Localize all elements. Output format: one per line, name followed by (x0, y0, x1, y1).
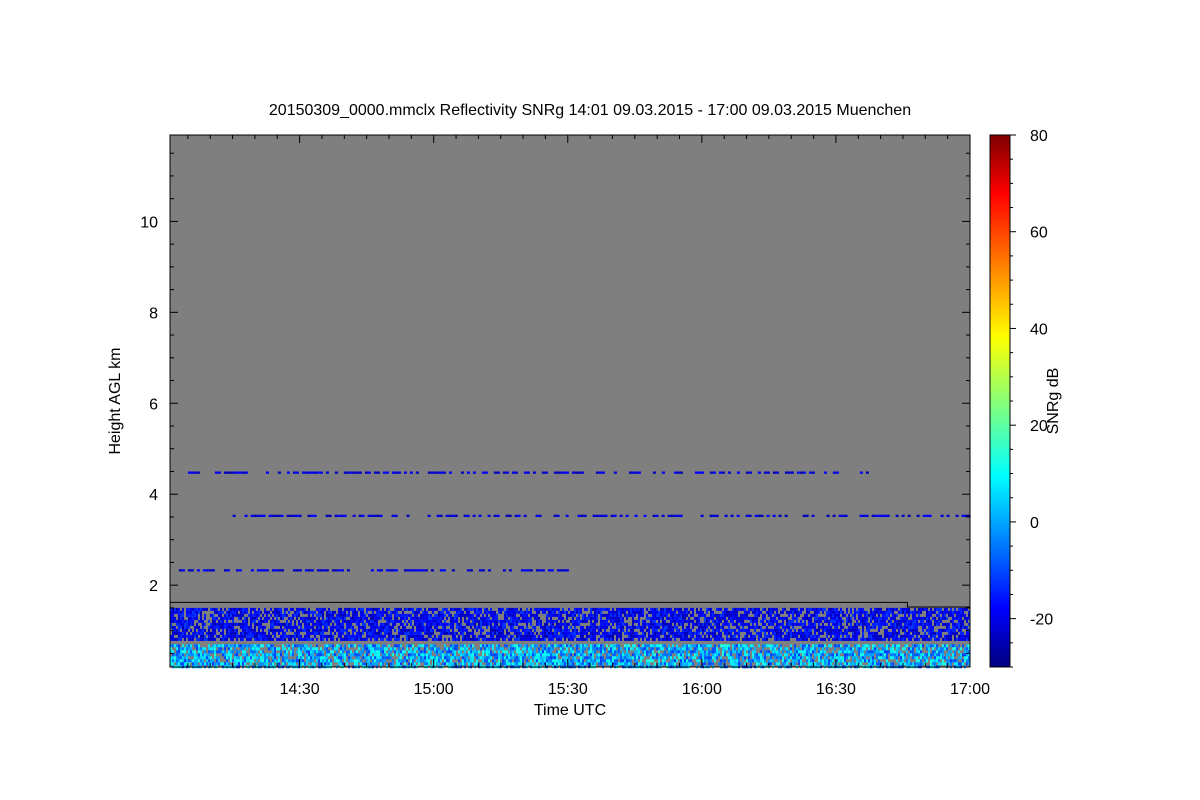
x-tick-label: 16:00 (682, 681, 722, 698)
chart-svg: 20150309_0000.mmclx Reflectivity SNRg 14… (107, 102, 1062, 719)
plot-area (169, 134, 971, 669)
colorbar-tick-label: -20 (1030, 612, 1053, 629)
chart-title: 20150309_0000.mmclx Reflectivity SNRg 14… (269, 102, 911, 119)
y-axis-label: Height AGL km (107, 347, 124, 454)
y-tick-label: 2 (149, 578, 158, 595)
echo-band-0 (170, 644, 970, 669)
plot-background (170, 135, 970, 667)
y-tick-label: 8 (149, 305, 158, 322)
colorbar-label: SNRg dB (1045, 368, 1062, 435)
colorbar-tick-label: 40 (1030, 321, 1048, 338)
colorbar-tick-label: 80 (1030, 128, 1048, 145)
colorbar-tick-label: 0 (1030, 515, 1039, 532)
x-tick-label: 15:30 (548, 681, 588, 698)
x-axis-label: Time UTC (534, 702, 606, 719)
y-tick-label: 6 (149, 396, 158, 413)
x-tick-label: 14:30 (280, 681, 320, 698)
x-tick-label: 16:30 (816, 681, 856, 698)
x-tick-label: 15:00 (414, 681, 454, 698)
colorbar-gradient (989, 134, 1011, 668)
echo-band-3 (232, 514, 971, 517)
colorbar-tick-label: 60 (1030, 225, 1048, 242)
y-tick-label: 10 (140, 214, 158, 231)
y-tick-label: 4 (149, 487, 158, 504)
colorbar: -20020406080 SNRg dB (989, 128, 1062, 668)
x-tick-label: 17:00 (950, 681, 990, 698)
echo-band-1 (170, 607, 970, 641)
